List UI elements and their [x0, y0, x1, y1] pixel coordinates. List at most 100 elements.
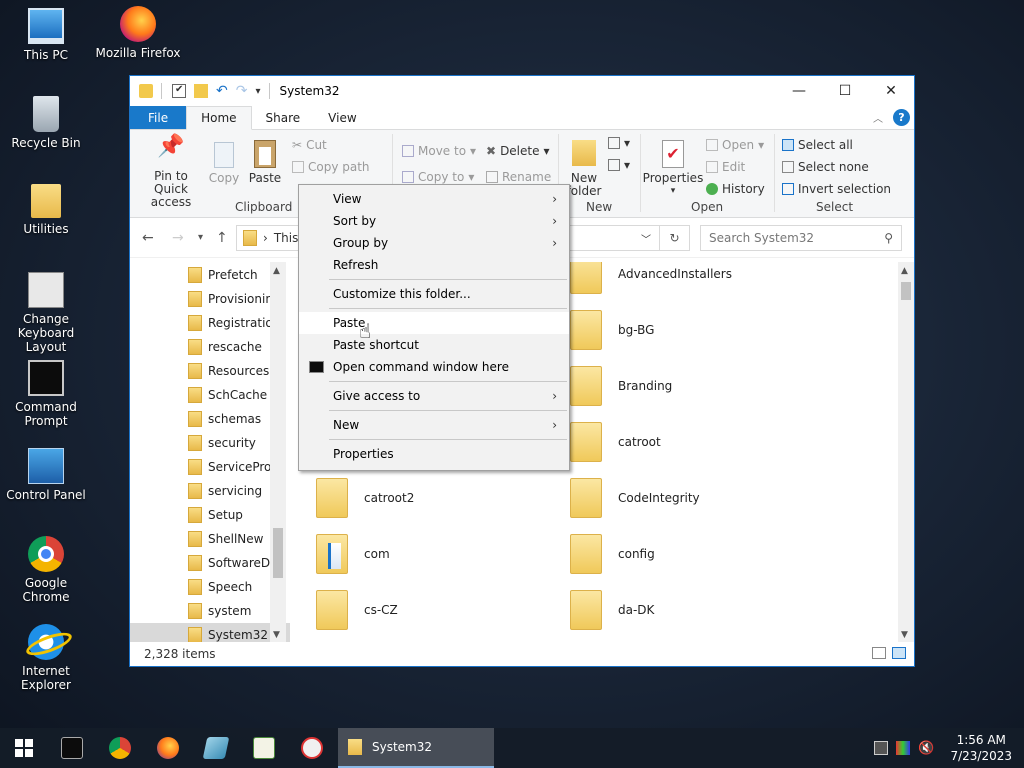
desktop-icon-this-pc[interactable]: This PC [0, 8, 92, 62]
desktop-icon-firefox[interactable]: Mozilla Firefox [92, 6, 184, 60]
sidebar-item[interactable]: Prefetch [130, 263, 290, 287]
close-button[interactable]: ✕ [868, 76, 914, 106]
chevron-down-icon[interactable]: ﹀ [641, 231, 651, 246]
new-folder-quick-icon[interactable] [194, 84, 208, 98]
menu-item-properties[interactable]: Properties [299, 443, 569, 465]
chevron-up-icon[interactable]: ︿ [873, 110, 883, 125]
details-view-icon[interactable] [872, 647, 886, 659]
start-button[interactable] [0, 728, 48, 768]
menu-item-customize[interactable]: Customize this folder... [299, 283, 569, 305]
properties-button[interactable]: ✔ Properties ▾ [642, 140, 704, 198]
taskbar-app-6[interactable] [288, 728, 336, 768]
select-none-button[interactable]: Select none [782, 160, 869, 174]
desktop-icon-chrome[interactable]: Google Chrome [0, 536, 92, 604]
paste-button[interactable]: Paste [248, 140, 282, 185]
delete-button[interactable]: ✖ Delete ▾ [486, 144, 550, 158]
copy-button[interactable]: Copy [206, 140, 242, 185]
menu-item-sort-by[interactable]: Sort by › [299, 210, 569, 232]
sidebar-item[interactable]: Provisioning [130, 287, 290, 311]
file-scrollbar[interactable]: ▲ ▼ [898, 262, 914, 644]
large-icons-view-icon[interactable] [892, 647, 906, 659]
menu-item-open-command-window[interactable]: Open command window here [299, 356, 569, 378]
easy-access-button[interactable]: ▾ [608, 158, 630, 172]
customize-quick-access-icon[interactable]: ▾ [255, 86, 260, 97]
sidebar-item[interactable]: SoftwareDis [130, 551, 290, 575]
taskbar-task-system32[interactable]: System32 [338, 728, 494, 768]
tab-file[interactable]: File [130, 106, 187, 129]
up-icon[interactable]: ↑ [216, 230, 228, 246]
list-item[interactable]: CodeIntegrity [570, 478, 700, 518]
menu-item-group-by[interactable]: Group by › [299, 232, 569, 254]
recent-locations-icon[interactable]: ▾ [198, 232, 203, 243]
scroll-thumb[interactable] [273, 528, 283, 578]
undo-icon[interactable]: ↶ [216, 83, 228, 99]
help-icon[interactable]: ? [893, 109, 910, 126]
new-item-button[interactable]: ▾ [608, 136, 630, 150]
desktop-icon-internet-explorer[interactable]: Internet Explorer [0, 624, 92, 692]
title-bar[interactable]: ↶ ↷ ▾ System32 — ☐ ✕ [130, 76, 914, 106]
sidebar-item[interactable]: Resources [130, 359, 290, 383]
taskbar-app-5[interactable] [240, 728, 288, 768]
clock[interactable]: 1:56 AM 7/23/2023 [950, 732, 1012, 764]
sidebar-item[interactable]: ServiceProfi [130, 455, 290, 479]
scroll-up-icon[interactable]: ▲ [273, 266, 280, 276]
desktop-icon-recycle-bin[interactable]: Recycle Bin [0, 96, 92, 150]
sidebar-item[interactable]: Registration [130, 311, 290, 335]
desktop-icon-utilities[interactable]: Utilities [0, 184, 92, 236]
sidebar-item[interactable]: rescache [130, 335, 290, 359]
sidebar-item[interactable]: ShellNew [130, 527, 290, 551]
back-icon[interactable]: ← [142, 230, 154, 246]
display-icon[interactable] [896, 741, 911, 755]
list-item[interactable]: catroot2 [316, 478, 414, 518]
list-item[interactable]: Branding [570, 366, 672, 406]
taskbar-firefox[interactable] [144, 728, 192, 768]
tab-view[interactable]: View [314, 106, 370, 129]
move-to-button[interactable]: Move to ▾ [402, 144, 476, 158]
maximize-button[interactable]: ☐ [822, 76, 868, 106]
minimize-button[interactable]: — [776, 76, 822, 106]
scroll-thumb[interactable] [901, 282, 911, 300]
sidebar-item[interactable]: security [130, 431, 290, 455]
menu-item-paste-shortcut[interactable]: Paste shortcut [299, 334, 569, 356]
tab-home[interactable]: Home [186, 106, 252, 130]
forward-icon[interactable]: → [172, 230, 184, 246]
list-item[interactable]: cs-CZ [316, 590, 398, 630]
properties-quick-icon[interactable] [172, 84, 186, 98]
list-item[interactable]: bg-BG [570, 310, 654, 350]
list-item[interactable]: config [570, 534, 655, 574]
sidebar-item[interactable]: schemas [130, 407, 290, 431]
desktop-icon-command-prompt[interactable]: Command Prompt [0, 360, 92, 428]
redo-icon[interactable]: ↷ [236, 83, 248, 99]
search-input[interactable]: Search System32 ⚲ [700, 225, 902, 251]
sidebar-item[interactable]: Setup [130, 503, 290, 527]
menu-item-refresh[interactable]: Refresh [299, 254, 569, 276]
desktop-icon-keyboard-layout[interactable]: Change Keyboard Layout [0, 272, 92, 354]
list-item[interactable]: AdvancedInstallers [570, 262, 732, 294]
sidebar-item[interactable]: SchCache [130, 383, 290, 407]
taskbar-chrome[interactable] [96, 728, 144, 768]
copy-path-button[interactable]: Copy path [292, 160, 370, 174]
edit-button[interactable]: Edit [706, 160, 745, 174]
rename-button[interactable]: Rename [486, 170, 551, 184]
list-item[interactable]: da-DK [570, 590, 654, 630]
taskbar-cmd[interactable] [48, 728, 96, 768]
nav-scrollbar[interactable]: ▲ ▼ [270, 262, 286, 644]
taskbar-app-4[interactable] [192, 728, 240, 768]
tab-share[interactable]: Share [252, 106, 315, 129]
menu-item-new[interactable]: New › [299, 414, 569, 436]
new-folder-button[interactable]: New folder [564, 140, 604, 198]
sidebar-item[interactable]: system [130, 599, 290, 623]
cut-button[interactable]: ✂ Cut [292, 138, 327, 152]
sidebar-item[interactable]: System32 [130, 623, 290, 644]
copy-to-button[interactable]: Copy to ▾ [402, 170, 474, 184]
sidebar-item[interactable]: servicing [130, 479, 290, 503]
breadcrumb[interactable]: This [274, 231, 299, 245]
navigation-pane[interactable]: Prefetch Provisioning Registration rescache… [130, 262, 290, 644]
scroll-up-icon[interactable]: ▲ [901, 266, 908, 276]
refresh-button[interactable]: ↻ [660, 225, 690, 251]
volume-muted-icon[interactable]: 🔇 [918, 741, 934, 756]
menu-item-give-access[interactable]: Give access to › [299, 385, 569, 407]
scroll-down-icon[interactable]: ▼ [273, 630, 280, 640]
desktop-icon-control-panel[interactable]: Control Panel [0, 448, 92, 502]
network-icon[interactable] [874, 741, 889, 755]
